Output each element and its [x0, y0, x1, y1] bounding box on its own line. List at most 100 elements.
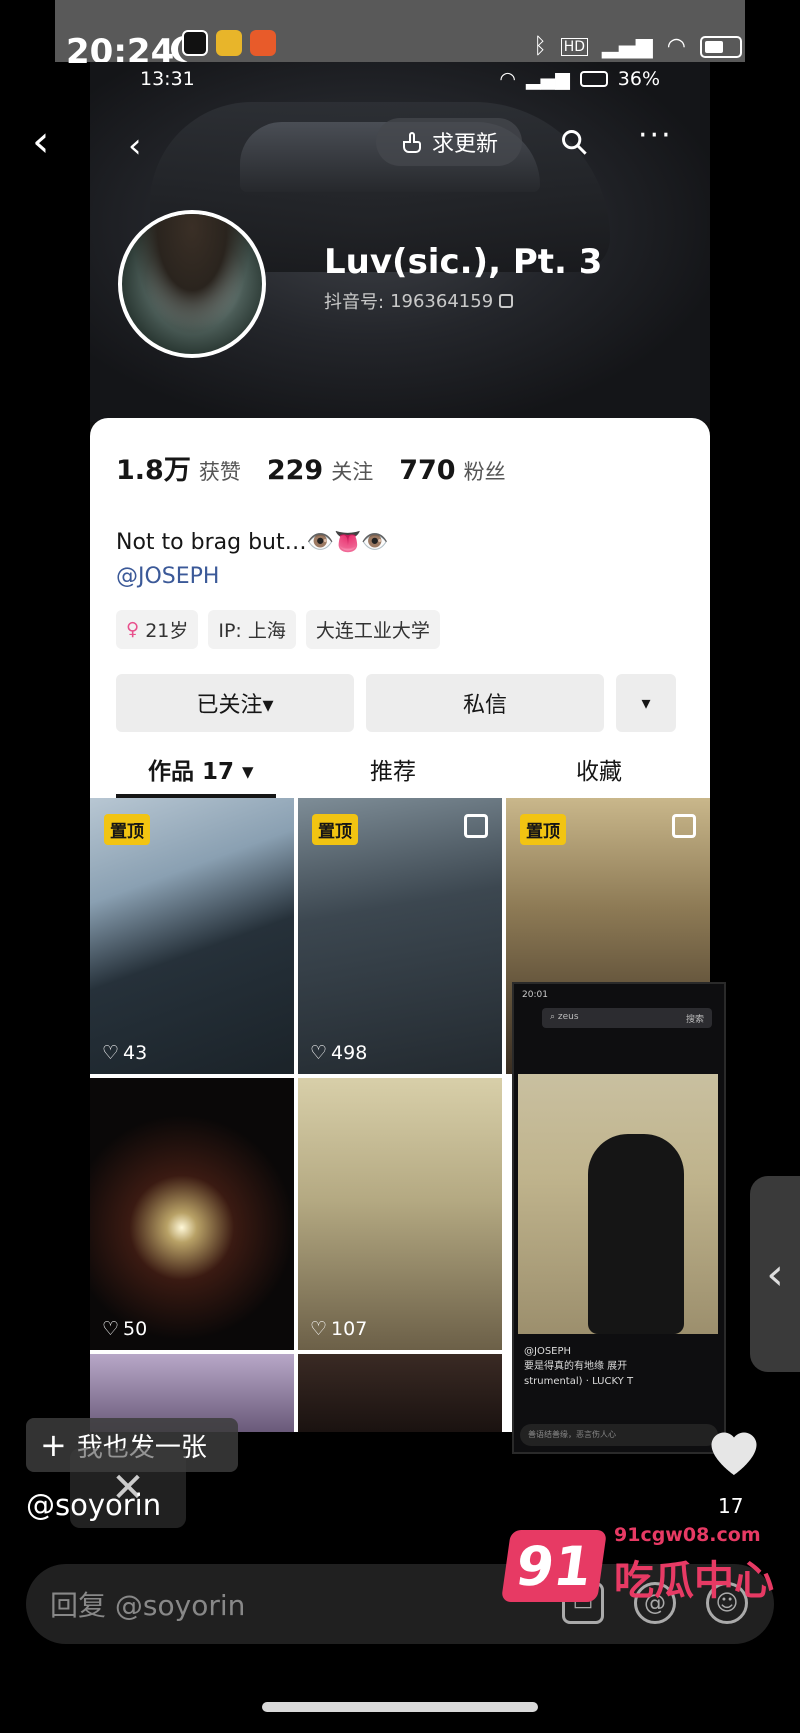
- bluetooth-icon: ᛒ: [533, 34, 547, 59]
- inner-status-bar: 13:31 ◠ ▂▄▆ 36%: [90, 62, 710, 96]
- tag-school[interactable]: 大连工业大学: [305, 610, 440, 649]
- stat-value: 770: [399, 455, 456, 486]
- douyin-id-label: 抖音号:: [324, 292, 385, 313]
- tag-ip: IP: 上海: [208, 610, 296, 649]
- author-handle[interactable]: @soyorin: [26, 1488, 161, 1522]
- wifi-icon: ◠: [499, 68, 516, 90]
- home-indicator[interactable]: [262, 1702, 538, 1712]
- pinned-badge: 置顶: [312, 814, 358, 845]
- profile-actions: 已关注▾ 私信 ▾: [116, 674, 676, 732]
- bio-mention-link[interactable]: @JOSEPH: [116, 564, 219, 589]
- embedded-username: @JOSEPH: [524, 1346, 572, 1357]
- screen: 20:24 ᛒ HD ▂▄▆ ◠ ‹ 13:31 ◠ ▂▄▆ 36% ‹ 求更新…: [0, 0, 800, 1733]
- plus-icon: +: [40, 1426, 67, 1464]
- battery-percent: 36%: [617, 68, 660, 90]
- outer-back-button[interactable]: ‹: [32, 120, 62, 164]
- watermark-text: 吃瓜中心: [614, 1558, 774, 1604]
- heart-outline-icon: ♡: [310, 1042, 328, 1064]
- tag-age: ♀ 21岁: [116, 610, 199, 649]
- tab-recommended[interactable]: 推荐: [370, 752, 416, 786]
- app-notification-icon: [182, 30, 208, 56]
- embedded-status-time: 20:01: [522, 990, 548, 1000]
- message-button[interactable]: 私信: [366, 674, 604, 732]
- stat-followers[interactable]: 770 粉丝: [399, 455, 505, 486]
- stat-label: 获赞: [198, 460, 241, 484]
- stat-value: 229: [266, 455, 324, 486]
- more-actions-button[interactable]: ▾: [616, 674, 676, 732]
- copy-icon[interactable]: [499, 294, 514, 308]
- profile-back-button[interactable]: ‹: [128, 126, 142, 166]
- inner-status-right: ◠ ▂▄▆ 36%: [499, 68, 660, 90]
- inner-status-time: 13:31: [140, 68, 195, 90]
- like-count: ♡ 498: [310, 1042, 367, 1064]
- tag-ip-label: IP: 上海: [218, 620, 286, 642]
- embedded-caption: 要是得真的有地缘 展开: [524, 1361, 628, 1372]
- battery-icon: [579, 71, 608, 87]
- work-tile[interactable]: [298, 1354, 502, 1432]
- tab-favorites[interactable]: 收藏: [576, 752, 622, 786]
- signal-icon: ▂▄▆: [602, 34, 653, 59]
- heart-like-icon[interactable]: [704, 1422, 764, 1478]
- embedded-photo: [518, 1074, 718, 1334]
- work-tile[interactable]: ♡ 50: [90, 1078, 294, 1350]
- tag-school-label: 大连工业大学: [315, 620, 430, 642]
- profile-stats: 1.8万 获赞 229 关注 770 粉丝: [116, 448, 506, 487]
- like-count: ♡ 50: [102, 1318, 147, 1340]
- more-options-icon[interactable]: ···: [638, 121, 673, 151]
- embedded-search-field: ⌕ zeus 搜索: [542, 1008, 712, 1028]
- avatar[interactable]: [118, 210, 266, 358]
- watermark-number: 91: [500, 1530, 608, 1602]
- like-count-value: 498: [331, 1042, 368, 1064]
- avatar-image: [122, 214, 262, 354]
- stat-label: 关注: [331, 460, 374, 484]
- tab-works[interactable]: 作品 17 ▾: [148, 752, 254, 786]
- stat-likes[interactable]: 1.8万 获赞: [116, 448, 241, 487]
- like-count-value: 43: [123, 1042, 148, 1064]
- following-button[interactable]: 已关注▾: [116, 674, 354, 732]
- status-app-icons: [182, 30, 276, 56]
- profile-bio: Not to brag but…👁️👅👁️: [116, 530, 389, 555]
- profile-tabs: 作品 17 ▾ 推荐 收藏: [90, 736, 710, 798]
- request-update-button[interactable]: 求更新: [376, 118, 522, 166]
- wifi-icon: ◠: [666, 34, 686, 59]
- heart-outline-icon: ♡: [310, 1318, 328, 1340]
- multi-image-icon: [464, 814, 488, 838]
- app-notification-icon: [216, 30, 242, 56]
- embedded-search-action: 搜索: [685, 1015, 704, 1025]
- work-tile[interactable]: ♡ 107: [298, 1078, 502, 1350]
- multi-image-icon: [672, 814, 696, 838]
- work-tile[interactable]: 置顶 ♡ 43: [90, 798, 294, 1074]
- stat-following[interactable]: 229 关注: [267, 455, 373, 486]
- watermark-url: 91cgw08.com: [614, 1524, 761, 1546]
- embedded-search-value: zeus: [557, 1012, 579, 1022]
- like-count-value: 107: [331, 1318, 368, 1340]
- like-count-value: 50: [123, 1318, 148, 1340]
- side-drawer-handle[interactable]: ‹: [750, 1176, 800, 1372]
- battery-icon: [700, 35, 742, 58]
- network-type: HD: [560, 37, 589, 56]
- pinned-badge: 置顶: [104, 814, 150, 845]
- gender-female-icon: ♀: [126, 619, 140, 640]
- embedded-person-image: [588, 1134, 684, 1334]
- pinned-badge: 置顶: [520, 814, 566, 845]
- tag-age-label: 21岁: [145, 620, 189, 642]
- profile-tags: ♀ 21岁 IP: 上海 大连工业大学: [116, 610, 440, 649]
- heart-outline-icon: ♡: [102, 1042, 120, 1064]
- stat-label: 粉丝: [463, 460, 506, 484]
- embedded-music: strumental) · LUCKY T: [524, 1376, 634, 1387]
- watermark-logo: 91 91cgw08.com 吃瓜中心: [500, 1524, 780, 1604]
- douyin-id: 抖音号: 196364159: [324, 288, 514, 314]
- embedded-comment-input: 善语结善缘，恶言伤人心: [520, 1424, 718, 1446]
- request-update-label: 求更新: [431, 132, 498, 157]
- like-count: ♡ 107: [310, 1318, 367, 1340]
- embedded-caption-block: @JOSEPH 要是得真的有地缘 展开 strumental) · LUCKY …: [524, 1344, 633, 1389]
- hand-point-icon: [402, 132, 421, 153]
- like-count-total: 17: [718, 1494, 744, 1518]
- heart-outline-icon: ♡: [102, 1318, 120, 1340]
- embedded-screenshot: 20:01 ⌕ zeus 搜索 @JOSEPH 要是得真的有地缘 展开 stru…: [512, 982, 726, 1454]
- search-icon[interactable]: [560, 128, 588, 156]
- work-tile[interactable]: 置顶 ♡ 498: [298, 798, 502, 1074]
- outer-status-right: ᛒ HD ▂▄▆ ◠: [534, 34, 742, 59]
- douyin-id-value: 196364159: [390, 290, 494, 312]
- search-icon: ⌕: [550, 1012, 558, 1022]
